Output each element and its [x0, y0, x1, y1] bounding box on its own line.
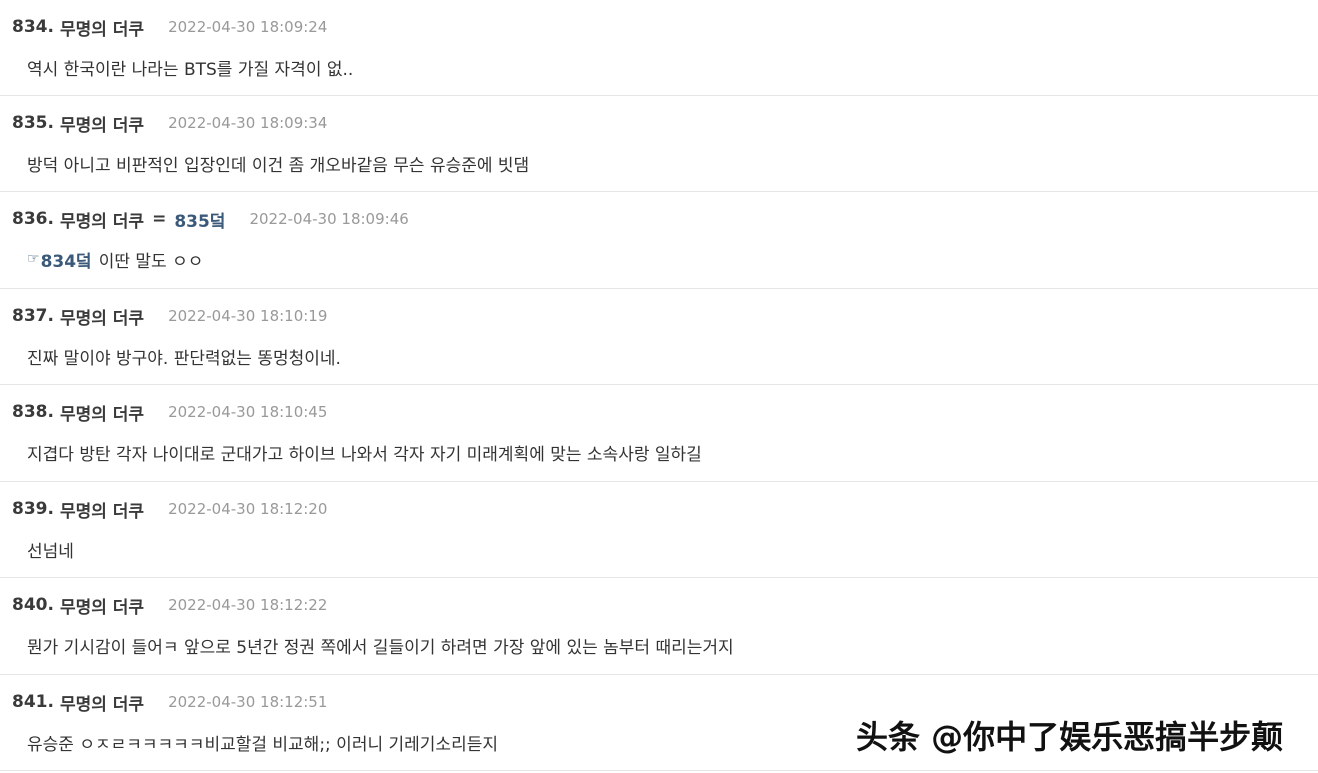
comment-number[interactable]: 839. [12, 499, 54, 519]
comment-item: 836. 무명의 더쿠 = 835덬 2022-04-30 18:09:46 ☞… [0, 192, 1318, 289]
reply-target-link[interactable]: 835덬 [174, 207, 225, 232]
comment-author: 무명의 더쿠 [59, 501, 145, 522]
comment-text: 지겹다 방탄 각자 나이대로 군대가고 하이브 나와서 각자 자기 미래계획에 … [27, 439, 702, 465]
comment-timestamp: 2022-04-30 18:12:22 [168, 596, 328, 614]
comment-item: 835. 무명의 더쿠 2022-04-30 18:09:34 방덕 아니고 비… [0, 96, 1318, 192]
reply-separator: = [152, 209, 167, 229]
comment-list: 834. 무명의 더쿠 2022-04-30 18:09:24 역시 한국이란 … [0, 0, 1318, 771]
comment-author: 무명의 더쿠 [59, 115, 145, 136]
comment-text-content: 유승준 ㅇㅈㄹㅋㅋㅋㅋㅋ비교할걸 비교해;; 이러니 기레기소리듣지 [27, 734, 498, 755]
comment-author: 무명의 더쿠 [59, 19, 145, 40]
comment-text-content: 진짜 말이야 방구야. 판단력없는 똥멍청이네. [27, 348, 341, 369]
comment-author: 무명의 더쿠 [59, 308, 145, 329]
comment-header: 841. 무명의 더쿠 2022-04-30 18:12:51 [12, 689, 327, 715]
comment-timestamp: 2022-04-30 18:09:34 [168, 114, 328, 132]
comment-header: 837. 무명의 더쿠 2022-04-30 18:10:19 [12, 303, 327, 329]
comment-text: 선넘네 [27, 536, 74, 562]
comment-number[interactable]: 835. [12, 113, 54, 133]
comment-author: 무명의 더쿠 [59, 694, 145, 715]
comment-author: 무명의 더쿠 [59, 404, 145, 425]
comment-header: 835. 무명의 더쿠 2022-04-30 18:09:34 [12, 110, 327, 136]
comment-item: 840. 무명의 더쿠 2022-04-30 18:12:22 뭔가 기시감이 … [0, 578, 1318, 675]
comment-header: 834. 무명의 더쿠 2022-04-30 18:09:24 [12, 14, 327, 40]
comment-text: 역시 한국이란 나라는 BTS를 가질 자격이 없.. [27, 54, 353, 80]
comment-header: 838. 무명의 더쿠 2022-04-30 18:10:45 [12, 399, 327, 425]
comment-item: 838. 무명의 더쿠 2022-04-30 18:10:45 지겹다 방탄 각… [0, 385, 1318, 482]
comment-text-content: 이딴 말도 ㅇㅇ [98, 251, 204, 272]
pointing-hand-icon: ☞ [27, 251, 40, 267]
watermark-overlay: 头条 @你中了娱乐恶搞半步颠 [856, 718, 1284, 756]
comment-text: 진짜 말이야 방구야. 판단력없는 똥멍청이네. [27, 343, 341, 369]
comment-number[interactable]: 836. [12, 209, 54, 229]
comment-item: 839. 무명의 더쿠 2022-04-30 18:12:20 선넘네 [0, 482, 1318, 578]
comment-header: 840. 무명의 더쿠 2022-04-30 18:12:22 [12, 592, 327, 618]
comment-author: 무명의 더쿠 [59, 597, 145, 618]
comment-number[interactable]: 838. [12, 402, 54, 422]
comment-header: 836. 무명의 더쿠 = 835덬 2022-04-30 18:09:46 [12, 206, 409, 232]
comment-text-content: 뭔가 기시감이 들어ㅋ 앞으로 5년간 정권 쪽에서 길들이기 하려면 가장 앞… [27, 637, 734, 658]
comment-text: 방덕 아니고 비판적인 입장인데 이건 좀 개오바같음 무슨 유승준에 빗댐 [27, 150, 529, 176]
comment-number[interactable]: 841. [12, 692, 54, 712]
comment-text: 유승준 ㅇㅈㄹㅋㅋㅋㅋㅋ비교할걸 비교해;; 이러니 기레기소리듣지 [27, 729, 498, 755]
comment-item: 834. 무명의 더쿠 2022-04-30 18:09:24 역시 한국이란 … [0, 0, 1318, 96]
comment-text: ☞ 834덬 이딴 말도 ㅇㅇ [27, 246, 203, 272]
comment-header: 839. 무명의 더쿠 2022-04-30 18:12:20 [12, 496, 327, 522]
comment-item: 837. 무명의 더쿠 2022-04-30 18:10:19 진짜 말이야 방… [0, 289, 1318, 385]
comment-author: 무명의 더쿠 [59, 211, 145, 232]
comment-timestamp: 2022-04-30 18:09:46 [249, 210, 409, 228]
comment-text: 뭔가 기시감이 들어ㅋ 앞으로 5년간 정권 쪽에서 길들이기 하려면 가장 앞… [27, 632, 734, 658]
comment-number[interactable]: 840. [12, 595, 54, 615]
comment-timestamp: 2022-04-30 18:10:19 [168, 307, 328, 325]
comment-text-content: 방덕 아니고 비판적인 입장인데 이건 좀 개오바같음 무슨 유승준에 빗댐 [27, 155, 530, 176]
comment-text-content: 선넘네 [27, 541, 74, 562]
comment-timestamp: 2022-04-30 18:09:24 [168, 18, 328, 36]
comment-timestamp: 2022-04-30 18:12:51 [168, 693, 328, 711]
comment-text-content: 역시 한국이란 나라는 BTS를 가질 자격이 없.. [27, 59, 354, 80]
comment-number[interactable]: 837. [12, 306, 54, 326]
comment-timestamp: 2022-04-30 18:10:45 [168, 403, 328, 421]
comment-number[interactable]: 834. [12, 17, 54, 37]
comment-text-content: 지겹다 방탄 각자 나이대로 군대가고 하이브 나와서 각자 자기 미래계획에 … [27, 444, 702, 465]
comment-timestamp: 2022-04-30 18:12:20 [168, 500, 328, 518]
comment-reference-link[interactable]: 834덬 [41, 247, 92, 272]
